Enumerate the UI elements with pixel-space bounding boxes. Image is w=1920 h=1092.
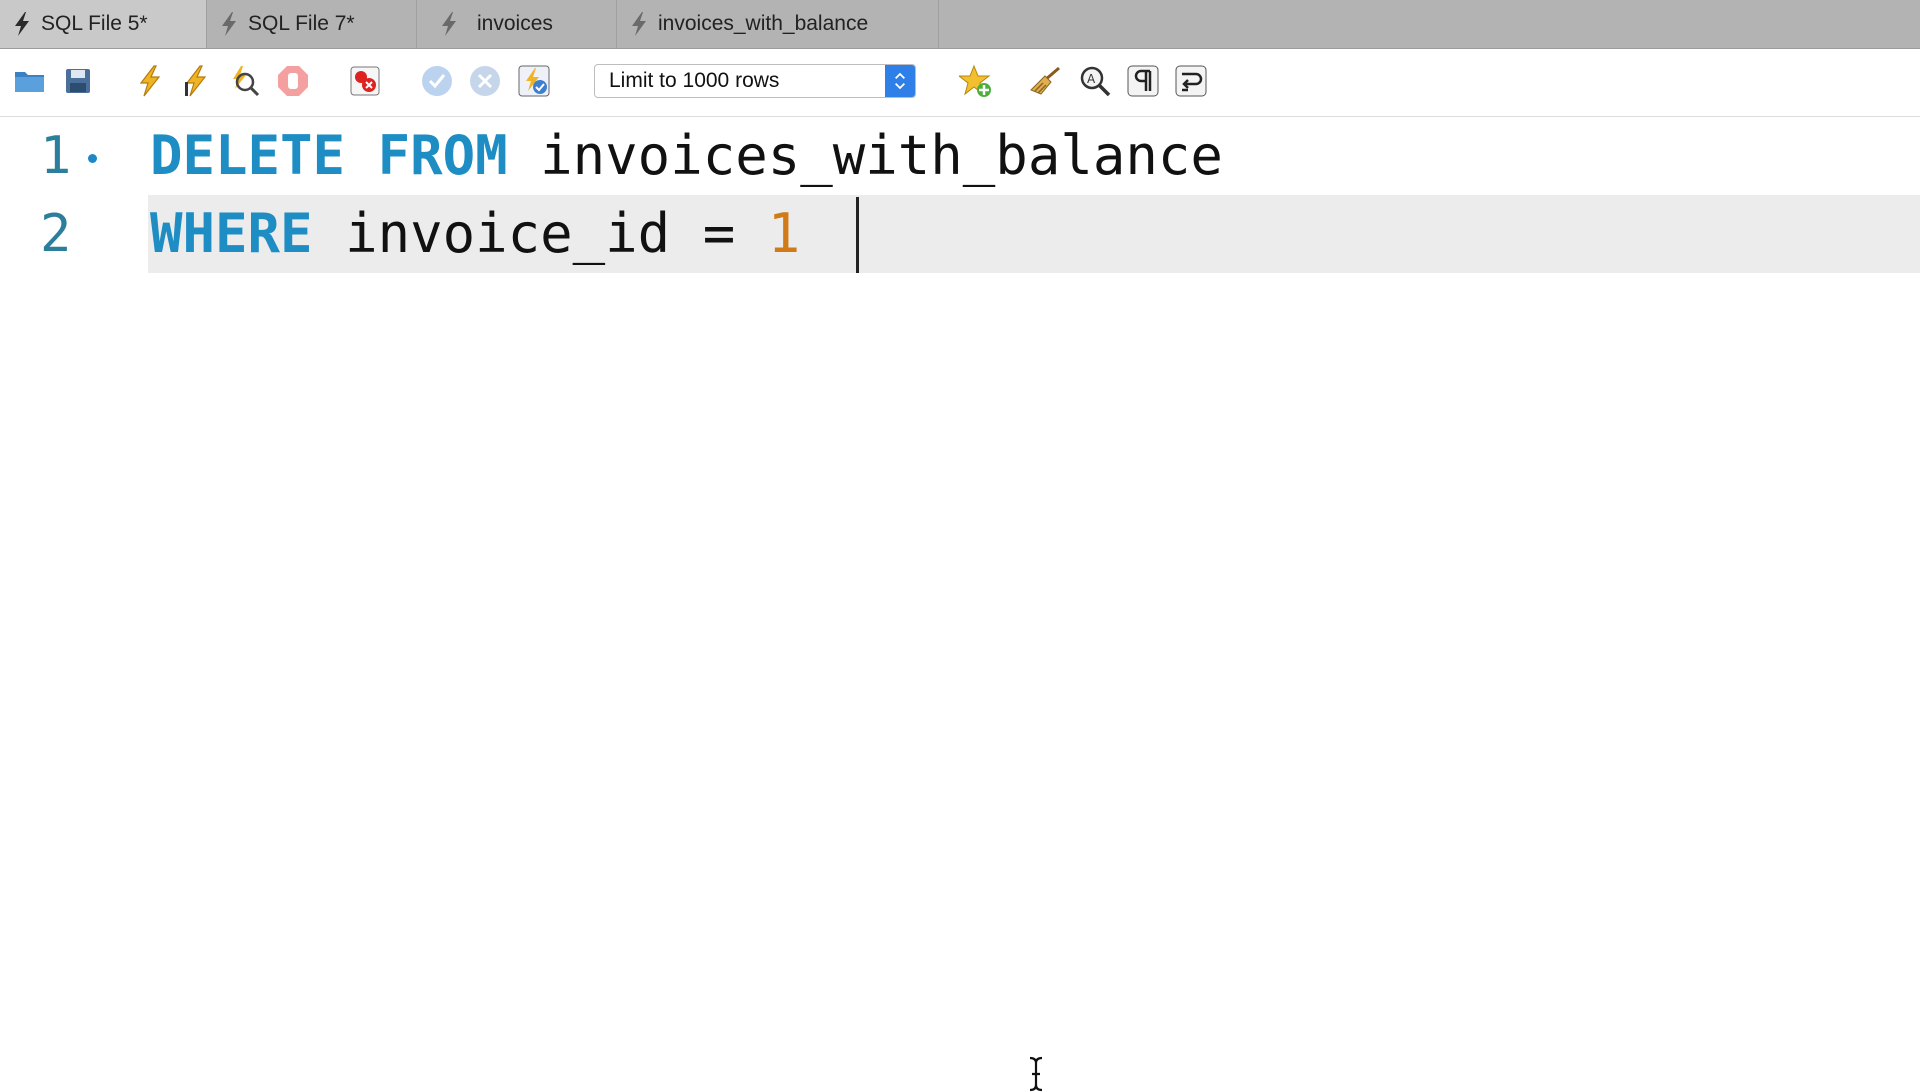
open-file-button[interactable] <box>12 63 48 99</box>
keyword-token: FROM <box>377 124 508 187</box>
keyword-token: DELETE <box>150 124 346 187</box>
tab-label: SQL File 7* <box>248 12 355 35</box>
tab-invoices[interactable]: invoices <box>417 0 617 48</box>
pilcrow-icon <box>1127 65 1159 97</box>
editor-tab-bar: SQL File 5* SQL File 7* invoices invoice… <box>0 0 1920 49</box>
tab-label: invoices_with_balance <box>658 12 869 35</box>
execute-current-icon <box>185 65 207 97</box>
keyword-token: WHERE <box>150 202 313 265</box>
execute-current-button[interactable] <box>178 63 214 99</box>
explain-button[interactable] <box>226 63 262 99</box>
stop-button[interactable] <box>275 63 311 99</box>
sql-editor[interactable]: 1 DELETE FROM invoices_with_balance 2 WH… <box>0 117 1920 1092</box>
folder-open-icon <box>15 72 44 92</box>
beautify-button[interactable] <box>1028 63 1064 99</box>
sql-editor-toolbar: Limit to 1000 rows A <box>0 49 1920 117</box>
rollback-button[interactable] <box>467 63 503 99</box>
code-text: DELETE FROM invoices_with_balance <box>150 125 1223 187</box>
find-button[interactable]: A <box>1077 63 1113 99</box>
stop-icon <box>278 66 308 96</box>
tab-sql-file-5[interactable]: SQL File 5* <box>0 0 207 48</box>
lightning-bolt-icon <box>222 12 236 36</box>
lightning-bolt-icon <box>15 12 29 36</box>
word-wrap-button[interactable] <box>1173 63 1209 99</box>
text-caret <box>856 197 859 273</box>
line-number: 1 <box>40 126 72 186</box>
magnifier-icon: A <box>1080 66 1111 97</box>
commit-icon <box>422 66 452 96</box>
lightning-bolt-icon <box>632 12 646 36</box>
limit-rows-value: Limit to 1000 rows <box>609 69 780 92</box>
tab-label: invoices <box>477 12 553 35</box>
lightning-bolt-icon <box>442 12 456 36</box>
add-bookmark-button[interactable] <box>958 63 994 99</box>
broom-icon <box>1030 66 1060 95</box>
svg-text:A: A <box>1087 72 1096 86</box>
plain-token: invoices_with_balance <box>507 124 1223 187</box>
autocommit-icon <box>518 65 550 97</box>
line-number: 2 <box>40 204 72 264</box>
star-add-icon <box>959 64 991 97</box>
code-line[interactable]: 1 DELETE FROM invoices_with_balance <box>0 117 1920 195</box>
select-arrows-icon <box>885 65 915 97</box>
toggle-error-button[interactable] <box>347 63 383 99</box>
save-button[interactable] <box>60 63 96 99</box>
explain-icon <box>233 66 260 97</box>
execute-icon <box>139 65 161 97</box>
tab-sql-file-7[interactable]: SQL File 7* <box>207 0 417 48</box>
commit-button[interactable] <box>419 63 455 99</box>
limit-rows-select[interactable]: Limit to 1000 rows <box>594 64 916 98</box>
statement-marker-icon <box>88 154 97 163</box>
save-icon <box>66 69 90 93</box>
ibeam-cursor-icon <box>1029 1056 1043 1092</box>
plain-token: invoice_id = <box>312 202 768 265</box>
tab-label: SQL File 5* <box>41 12 148 35</box>
rollback-icon <box>470 66 500 96</box>
execute-button[interactable] <box>132 63 168 99</box>
toggle-error-icon <box>350 66 380 96</box>
tab-invoices-with-balance[interactable]: invoices_with_balance <box>617 0 939 48</box>
invisible-chars-button[interactable] <box>1125 63 1161 99</box>
code-line-current[interactable]: 2 WHERE invoice_id = 1 <box>0 195 1920 273</box>
code-text: WHERE invoice_id = 1 <box>150 203 833 265</box>
number-token: 1 <box>767 202 801 265</box>
autocommit-button[interactable] <box>516 63 552 99</box>
wrap-icon <box>1175 65 1207 97</box>
